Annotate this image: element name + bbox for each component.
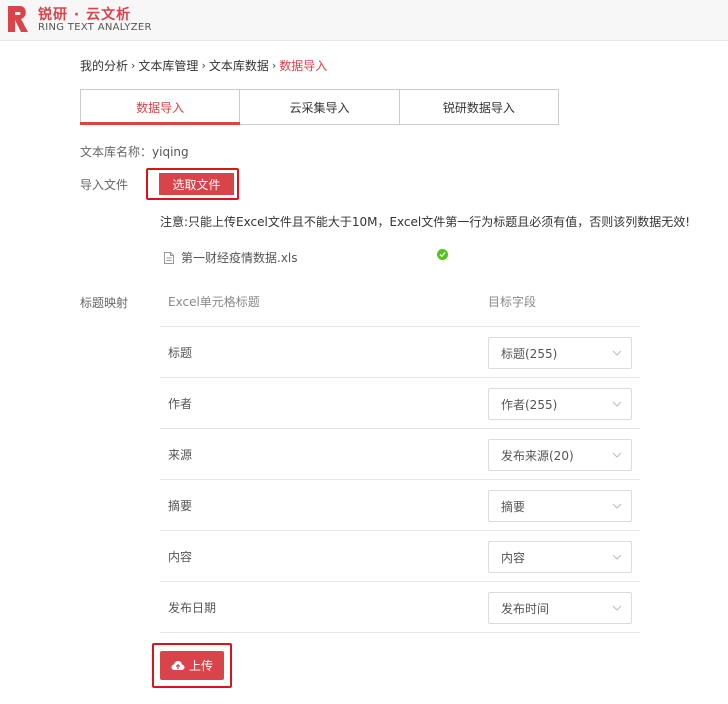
- choose-file-button[interactable]: 选取文件: [151, 173, 234, 195]
- breadcrumb-separator: ›: [271, 59, 277, 72]
- breadcrumb-separator: ›: [201, 59, 206, 72]
- mapping-header-source: Excel单元格标题: [168, 294, 260, 309]
- target-field-value: 摘要: [501, 499, 526, 514]
- selected-file: 第一财经疫情数据.xls: [164, 249, 298, 266]
- target-field-select[interactable]: 标题(255): [488, 337, 632, 369]
- ring-r-logo-icon: [8, 6, 28, 32]
- mapping-row: 发布日期 发布时间: [160, 582, 640, 633]
- document-icon: [164, 251, 174, 264]
- library-name-row: 文本库名称：yiqing: [80, 143, 189, 160]
- mapping-source: 来源: [168, 447, 193, 462]
- title-mapping-table: Excel单元格标题 目标字段 标题 标题(255) 作者 作者(255) 来源…: [160, 276, 640, 633]
- chevron-down-icon: [612, 554, 622, 560]
- breadcrumb-library-data[interactable]: 文本库数据: [209, 57, 269, 74]
- app-header: 锐研 · 云文析 RING TEXT ANALYZER: [0, 0, 728, 41]
- mapping-source: 发布日期: [168, 600, 217, 615]
- cloud-upload-icon: [171, 661, 185, 670]
- target-field-value: 发布时间: [501, 601, 550, 616]
- chevron-down-icon: [612, 605, 622, 611]
- upload-notice: 注意:只能上传Excel文件且不能大于10M，Excel文件第一行为标题且必须有…: [160, 215, 691, 229]
- brand-name: 锐研 · 云文析: [38, 7, 132, 23]
- tab-ring-data-import[interactable]: 锐研数据导入: [400, 90, 558, 124]
- upload-button[interactable]: 上传: [160, 651, 224, 680]
- target-field-select[interactable]: 发布来源(20): [488, 439, 632, 471]
- chevron-down-icon: [612, 503, 622, 509]
- upload-highlight: 上传: [152, 643, 232, 688]
- target-field-select[interactable]: 内容: [488, 541, 632, 573]
- breadcrumb-my-analysis[interactable]: 我的分析: [80, 57, 128, 74]
- import-tabs: 数据导入 云采集导入 锐研数据导入: [79, 89, 559, 125]
- chevron-down-icon: [612, 452, 622, 458]
- target-field-value: 标题(255): [501, 346, 558, 361]
- choose-file-highlight: 选取文件: [146, 168, 239, 200]
- breadcrumb: 我的分析 › 文本库管理 › 文本库数据 › 数据导入: [80, 57, 327, 74]
- breadcrumb-library-management[interactable]: 文本库管理: [138, 57, 198, 74]
- tab-cloud-collect-import[interactable]: 云采集导入: [240, 90, 400, 124]
- mapping-row: 作者 作者(255): [160, 378, 640, 429]
- target-field-value: 作者(255): [501, 397, 558, 412]
- library-name-value: yiqing: [152, 145, 189, 159]
- target-field-select[interactable]: 作者(255): [488, 388, 632, 420]
- selected-file-name: 第一财经疫情数据.xls: [181, 251, 298, 265]
- tab-data-import[interactable]: 数据导入: [79, 90, 241, 125]
- chevron-down-icon: [612, 350, 622, 356]
- import-file-label: 导入文件: [80, 178, 129, 192]
- target-field-select[interactable]: 发布时间: [488, 592, 632, 624]
- mapping-source: 内容: [168, 549, 193, 564]
- mapping-row: 摘要 摘要: [160, 480, 640, 531]
- mapping-row: 内容 内容: [160, 531, 640, 582]
- mapping-header: Excel单元格标题 目标字段: [160, 276, 640, 327]
- library-name-label: 文本库名称：: [80, 145, 153, 159]
- breadcrumb-separator: ›: [131, 59, 136, 72]
- chevron-down-icon: [612, 401, 622, 407]
- mapping-source: 标题: [168, 345, 193, 360]
- target-field-value: 内容: [501, 550, 526, 565]
- breadcrumb-current: 数据导入: [279, 59, 328, 73]
- title-mapping-label: 标题映射: [80, 296, 129, 310]
- mapping-row: 标题 标题(255): [160, 327, 640, 378]
- target-field-value: 发布来源(20): [501, 448, 574, 463]
- check-circle-icon: [437, 249, 448, 260]
- target-field-select[interactable]: 摘要: [488, 490, 632, 522]
- brand-tagline: RING TEXT ANALYZER: [38, 22, 152, 33]
- upload-button-label: 上传: [188, 659, 213, 673]
- mapping-source: 作者: [168, 396, 193, 411]
- mapping-row: 来源 发布来源(20): [160, 429, 640, 480]
- mapping-source: 摘要: [168, 498, 193, 513]
- mapping-header-target: 目标字段: [488, 294, 537, 309]
